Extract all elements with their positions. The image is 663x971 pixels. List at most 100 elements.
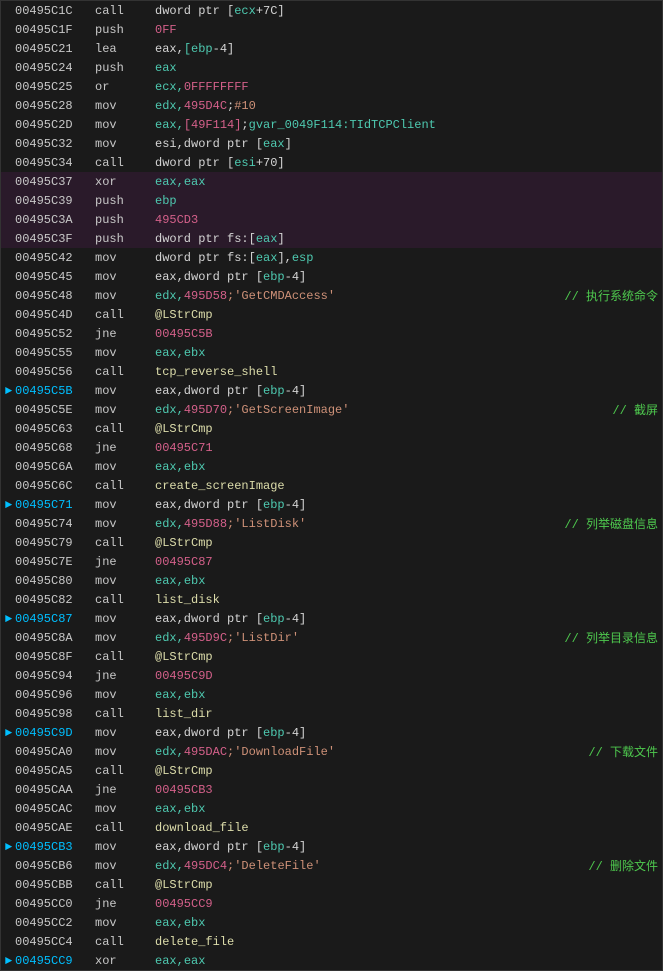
operand-part: 495CD3 xyxy=(155,213,198,227)
comment: // 删除文件 xyxy=(588,857,658,874)
operands: dword ptr [esi+70] xyxy=(155,156,658,170)
disasm-row: 00495C24pusheax xyxy=(1,58,662,77)
operand-part: eax,dword ptr [ xyxy=(155,384,263,398)
operand-part: eax, xyxy=(155,460,184,474)
address-text: 00495CAE xyxy=(15,821,95,835)
address-text: 00495C42 xyxy=(15,251,95,265)
comment: // 截屏 xyxy=(612,401,658,418)
disasm-row: 00495C1Ccalldword ptr [ecx+7C] xyxy=(1,1,662,20)
operands: eax,ebx xyxy=(155,916,658,930)
mnemonic: jne xyxy=(95,441,155,455)
operand-part: edx, xyxy=(155,745,184,759)
operand-part: [49F114] xyxy=(184,118,242,132)
operand-part: ;'GetScreenImage' xyxy=(227,403,349,417)
operand-part: ebx xyxy=(184,574,206,588)
operand-part: -4] xyxy=(285,270,307,284)
mnemonic: xor xyxy=(95,954,155,968)
disasm-row: 00495C42movdword ptr fs:[eax],esp xyxy=(1,248,662,267)
address-text: 00495C9D xyxy=(15,726,95,740)
mnemonic: call xyxy=(95,593,155,607)
mnemonic: mov xyxy=(95,916,155,930)
operand-part: eax,dword ptr [ xyxy=(155,498,263,512)
disasm-row: 00495C1Fpush0FF xyxy=(1,20,662,39)
address: ► xyxy=(5,726,15,740)
operands: list_disk xyxy=(155,593,658,607)
address-text: 00495C3A xyxy=(15,213,95,227)
disasm-row: 00495CAAjne00495CB3 xyxy=(1,780,662,799)
operand-part: edx, xyxy=(155,99,184,113)
operand-part: dword ptr [ xyxy=(155,4,234,18)
disasm-row: 00495C48movedx,495D58;'GetCMDAccess'// 执… xyxy=(1,286,662,305)
operands: 00495C9D xyxy=(155,669,658,683)
mnemonic: jne xyxy=(95,783,155,797)
mnemonic: mov xyxy=(95,137,155,151)
operand-part: dword ptr fs:[ xyxy=(155,251,256,265)
operand-part: ebp xyxy=(155,194,177,208)
disasm-row: 00495CA0movedx,495DAC;'DownloadFile'// 下… xyxy=(1,742,662,761)
operand-part: 495D70 xyxy=(184,403,227,417)
address-text: 00495C24 xyxy=(15,61,95,75)
operand-part: eax, xyxy=(155,42,184,56)
disasm-row: 00495C82calllist_disk xyxy=(1,590,662,609)
operand-part: eax,dword ptr [ xyxy=(155,270,263,284)
disasm-row: 00495C96moveax,ebx xyxy=(1,685,662,704)
operand-part: ] xyxy=(277,232,284,246)
operand-part: @LStrCmp xyxy=(155,308,213,322)
operands: edx,495D9C;'ListDir' xyxy=(155,631,556,645)
address-text: 00495CC0 xyxy=(15,897,95,911)
comment: // 列举目录信息 xyxy=(564,629,658,646)
operands: @LStrCmp xyxy=(155,764,658,778)
address-text: 00495C52 xyxy=(15,327,95,341)
mnemonic: call xyxy=(95,479,155,493)
operand-part: +70] xyxy=(256,156,285,170)
operands: dword ptr [ecx+7C] xyxy=(155,4,658,18)
mnemonic: mov xyxy=(95,631,155,645)
mnemonic: xor xyxy=(95,175,155,189)
mnemonic: push xyxy=(95,213,155,227)
operand-part: tcp_reverse_shell xyxy=(155,365,277,379)
address-text: 00495C56 xyxy=(15,365,95,379)
address-text: 00495C4D xyxy=(15,308,95,322)
disasm-row: 00495CC0jne00495CC9 xyxy=(1,894,662,913)
mnemonic: mov xyxy=(95,688,155,702)
operand-part: ;'ListDir' xyxy=(227,631,299,645)
mnemonic: call xyxy=(95,821,155,835)
disasm-row: ►00495CC9xoreax,eax xyxy=(1,951,662,970)
mnemonic: jne xyxy=(95,669,155,683)
operand-part: 495DC4 xyxy=(184,859,227,873)
operand-part: ebp xyxy=(263,384,285,398)
disasm-row: 00495C32movesi,dword ptr [eax] xyxy=(1,134,662,153)
mnemonic: call xyxy=(95,935,155,949)
address-text: 00495C3F xyxy=(15,232,95,246)
operand-part: eax xyxy=(256,251,278,265)
address: ► xyxy=(5,384,15,398)
address-text: 00495C96 xyxy=(15,688,95,702)
disasm-row: 00495C21leaeax,[ebp-4] xyxy=(1,39,662,58)
operands: ecx,0FFFFFFFF xyxy=(155,80,658,94)
operand-part: edx, xyxy=(155,859,184,873)
operand-part: -4] xyxy=(285,612,307,626)
operand-part: @LStrCmp xyxy=(155,650,213,664)
mnemonic: call xyxy=(95,764,155,778)
address-text: 00495C79 xyxy=(15,536,95,550)
operand-part: @LStrCmp xyxy=(155,764,213,778)
operand-part: 495D4C xyxy=(184,99,227,113)
operands: @LStrCmp xyxy=(155,536,658,550)
disasm-row: 00495C37xoreax,eax xyxy=(1,172,662,191)
operand-part: edx, xyxy=(155,631,184,645)
operands: dword ptr fs:[eax] xyxy=(155,232,658,246)
operand-part: ebx xyxy=(184,346,206,360)
disasm-row: 00495CACmoveax,ebx xyxy=(1,799,662,818)
mnemonic: mov xyxy=(95,840,155,854)
operand-part: list_disk xyxy=(155,593,220,607)
address-text: 00495CA5 xyxy=(15,764,95,778)
mnemonic: lea xyxy=(95,42,155,56)
address-text: 00495C71 xyxy=(15,498,95,512)
operand-part: edx, xyxy=(155,403,184,417)
operands: tcp_reverse_shell xyxy=(155,365,658,379)
address-text: 00495CBB xyxy=(15,878,95,892)
address-text: 00495C32 xyxy=(15,137,95,151)
operands: eax,dword ptr [ebp-4] xyxy=(155,612,658,626)
mnemonic: call xyxy=(95,308,155,322)
disasm-row: ►00495C5Bmoveax,dword ptr [ebp-4] xyxy=(1,381,662,400)
